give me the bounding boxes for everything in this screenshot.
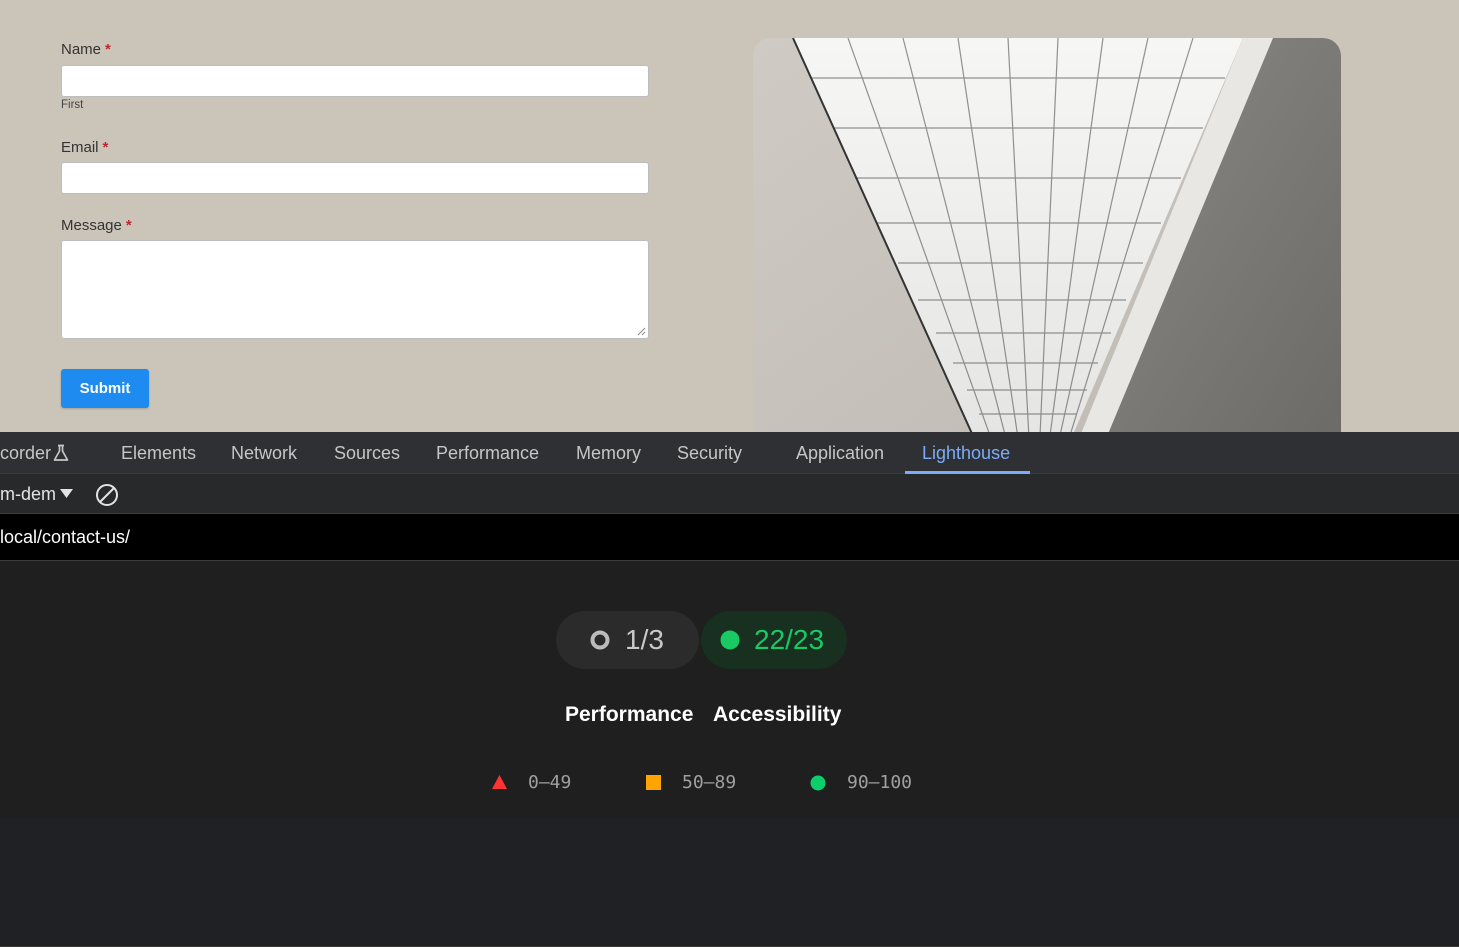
legend-range-pass: 90–100 xyxy=(847,772,913,793)
lighthouse-toolbar: m-demo xyxy=(0,474,1459,514)
tab-sources[interactable]: Sources xyxy=(334,432,400,474)
report-select[interactable]: m-demo xyxy=(0,474,56,514)
required-marker: * xyxy=(102,139,109,156)
email-label: Email * xyxy=(61,139,109,156)
devtools-panel: corder Elements Network Sources Performa… xyxy=(0,432,1459,947)
architecture-photo xyxy=(753,38,1341,432)
neutral-circle-icon xyxy=(590,630,610,650)
submit-button[interactable]: Submit xyxy=(61,369,149,408)
message-textarea[interactable] xyxy=(61,240,649,339)
tab-lighthouse[interactable]: Lighthouse xyxy=(922,432,1010,474)
legend-range-fail: 0–49 xyxy=(528,772,572,793)
skylight-ceiling-image xyxy=(753,38,1341,432)
message-label: Message * xyxy=(61,217,132,234)
name-input[interactable] xyxy=(61,65,649,97)
accessibility-category-label[interactable]: Accessibility xyxy=(713,703,841,727)
accessibility-score: 22/23 xyxy=(754,624,825,655)
flask-icon xyxy=(53,444,69,461)
tab-performance[interactable]: Performance xyxy=(436,432,539,474)
performance-score-pill[interactable]: 1/3 xyxy=(556,611,699,669)
tab-recorder[interactable]: corder xyxy=(0,432,51,474)
required-marker: * xyxy=(105,41,111,58)
dropdown-arrow-icon[interactable] xyxy=(60,489,73,499)
legend-range-average: 50–89 xyxy=(682,772,737,793)
report-url[interactable]: local/contact-us/ xyxy=(0,514,130,561)
email-input[interactable] xyxy=(61,162,649,194)
tab-network[interactable]: Network xyxy=(231,432,297,474)
tab-security[interactable]: Security xyxy=(677,432,742,474)
name-first-sublabel: First xyxy=(61,99,84,111)
clear-icon[interactable] xyxy=(95,483,119,507)
accessibility-score-pill[interactable]: 22/23 xyxy=(701,611,847,669)
tab-elements[interactable]: Elements xyxy=(121,432,196,474)
performance-score: 1/3 xyxy=(625,624,664,655)
devtools-tab-bar: corder Elements Network Sources Performa… xyxy=(0,432,1459,474)
tab-application[interactable]: Application xyxy=(796,432,884,474)
triangle-icon xyxy=(492,775,507,789)
resize-grip-icon[interactable] xyxy=(637,327,646,336)
circle-icon xyxy=(810,775,826,791)
name-label: Name * xyxy=(61,41,111,58)
tab-memory[interactable]: Memory xyxy=(576,432,641,474)
report-url-bar: local/contact-us/ xyxy=(0,514,1459,561)
square-icon xyxy=(646,775,661,790)
required-marker: * xyxy=(125,217,132,234)
web-page: Name * First Email * Message * Submit xyxy=(0,0,1459,432)
pass-circle-icon xyxy=(720,630,740,650)
lighthouse-report: 1/3 22/23 Performance Accessibility 0–49… xyxy=(0,561,1459,947)
performance-category-label[interactable]: Performance xyxy=(565,703,693,727)
